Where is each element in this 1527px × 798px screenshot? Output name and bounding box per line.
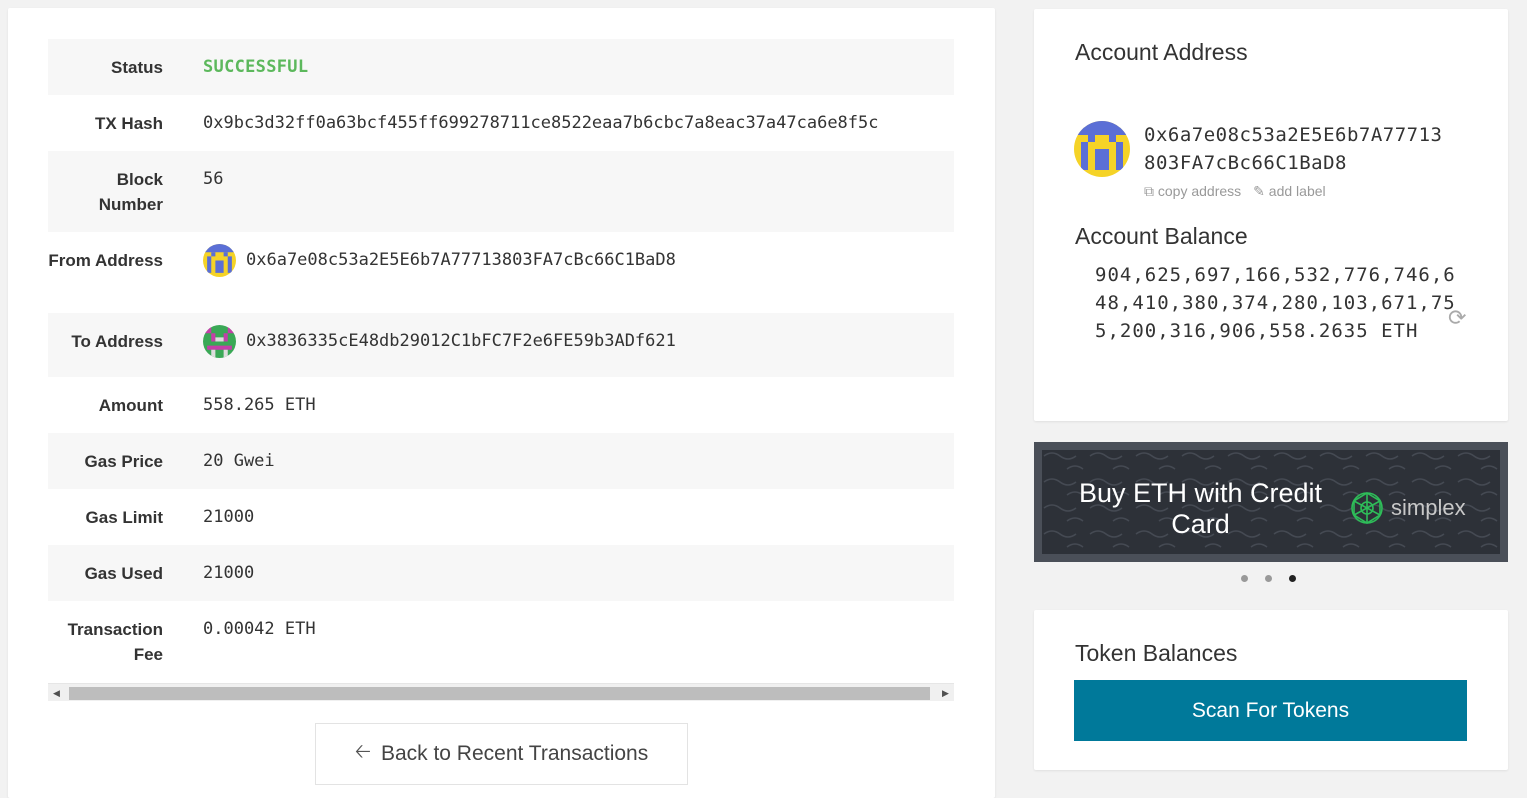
transaction-fee-label: Transaction Fee bbox=[67, 620, 163, 664]
banner-text: Buy ETH with Credit Card bbox=[1078, 478, 1323, 539]
account-balance-value: 904,625,697,166,532,776,746,648,410,380,… bbox=[1095, 264, 1456, 342]
gas-used-value: 21000 bbox=[203, 563, 255, 583]
gas-price-row: Gas Price 20 Gwei bbox=[48, 433, 954, 489]
status-row: Status SUCCESSFUL bbox=[48, 39, 954, 95]
scroll-left-icon[interactable]: ◀ bbox=[48, 684, 65, 702]
to-address-row: To Address 0x3836335cE48db29012C1bFC7F2e… bbox=[48, 313, 954, 377]
scrollbar-thumb[interactable] bbox=[69, 687, 930, 700]
banner-carousel-dots bbox=[1241, 575, 1296, 582]
transaction-details-panel: Status SUCCESSFUL TX Hash 0x9bc3d32ff0a6… bbox=[8, 8, 995, 798]
gas-price-label: Gas Price bbox=[84, 452, 163, 471]
to-identicon bbox=[203, 325, 236, 358]
gas-limit-value: 21000 bbox=[203, 507, 255, 527]
copy-icon: ⧉ bbox=[1144, 183, 1154, 199]
to-address-label: To Address bbox=[71, 332, 163, 351]
token-balances-title: Token Balances bbox=[1075, 640, 1238, 666]
status-label: Status bbox=[111, 58, 163, 77]
block-number-label: Block Number bbox=[98, 170, 163, 214]
carousel-dot[interactable] bbox=[1241, 575, 1248, 582]
arrow-left-icon: 🡠 bbox=[354, 741, 371, 763]
carousel-dot-active[interactable] bbox=[1289, 575, 1296, 582]
account-address-value: 0x6a7e08c53a2E5E6b7A77713803FA7cBc66C1Ba… bbox=[1144, 124, 1443, 174]
token-balances-card: Token Balances Scan For Tokens bbox=[1034, 610, 1508, 770]
block-number-value: 56 bbox=[203, 169, 224, 189]
add-label-label: add label bbox=[1268, 183, 1326, 199]
scan-for-tokens-label: Scan For Tokens bbox=[1191, 698, 1350, 722]
block-number-row: Block Number 56 bbox=[48, 151, 954, 232]
back-to-recent-transactions-button[interactable]: 🡠 Back to Recent Transactions bbox=[315, 723, 688, 785]
simplex-icon bbox=[1351, 492, 1383, 524]
buy-eth-banner-link[interactable]: Buy ETH with Credit Card simplex bbox=[1042, 450, 1500, 554]
tx-hash-value: 0x9bc3d32ff0a63bcf455ff699278711ce8522ea… bbox=[203, 113, 879, 133]
amount-row: Amount 558.265 ETH bbox=[48, 377, 954, 433]
pencil-icon: ✎ bbox=[1253, 183, 1265, 199]
transaction-fee-value: 0.00042 ETH bbox=[203, 619, 316, 639]
simplex-logo: simplex bbox=[1347, 488, 1466, 528]
transaction-table: Status SUCCESSFUL TX Hash 0x9bc3d32ff0a6… bbox=[48, 39, 954, 682]
scroll-right-icon[interactable]: ▶ bbox=[937, 684, 954, 702]
from-address-value[interactable]: 0x6a7e08c53a2E5E6b7A77713803FA7cBc66C1Ba… bbox=[246, 248, 676, 273]
account-card: Account Address 0x6a7e08c53a2E5E6b7A7771… bbox=[1034, 9, 1508, 421]
gas-limit-row: Gas Limit 21000 bbox=[48, 489, 954, 545]
gas-used-row: Gas Used 21000 bbox=[48, 545, 954, 601]
tx-hash-label: TX Hash bbox=[94, 114, 163, 133]
amount-label: Amount bbox=[98, 396, 163, 415]
amount-value: 558.265 ETH bbox=[203, 395, 316, 415]
from-identicon bbox=[203, 244, 236, 277]
status-badge: SUCCESSFUL bbox=[203, 57, 309, 77]
gas-used-label: Gas Used bbox=[84, 564, 163, 583]
simplex-wordmark: simplex bbox=[1391, 495, 1466, 520]
copy-address-button[interactable]: ⧉ copy address bbox=[1144, 183, 1241, 200]
gas-price-value: 20 Gwei bbox=[203, 451, 275, 471]
carousel-dot[interactable] bbox=[1265, 575, 1272, 582]
account-balance-title: Account Balance bbox=[1075, 223, 1248, 249]
from-address-label: From Address bbox=[48, 251, 163, 270]
to-address-value[interactable]: 0x3836335cE48db29012C1bFC7F2e6FE59b3ADf6… bbox=[246, 329, 676, 354]
transaction-fee-row: Transaction Fee 0.00042 ETH bbox=[48, 601, 954, 682]
back-button-label: Back to Recent Transactions bbox=[380, 742, 649, 765]
add-label-button[interactable]: ✎ add label bbox=[1253, 183, 1325, 200]
copy-address-label: copy address bbox=[1157, 183, 1242, 199]
refresh-icon[interactable]: ⟳ bbox=[1448, 305, 1466, 331]
buy-eth-banner: Buy ETH with Credit Card simplex bbox=[1034, 442, 1508, 562]
account-address-title: Account Address bbox=[1075, 39, 1248, 65]
scan-for-tokens-button[interactable]: Scan For Tokens bbox=[1074, 680, 1467, 741]
gas-limit-label: Gas Limit bbox=[85, 508, 163, 527]
tx-hash-row: TX Hash 0x9bc3d32ff0a63bcf455ff699278711… bbox=[48, 95, 954, 151]
account-identicon bbox=[1074, 121, 1130, 177]
from-address-row: From Address 0x6a7e08c53a2E5E6b7A7771380… bbox=[48, 232, 954, 313]
horizontal-scrollbar[interactable]: ◀ ▶ bbox=[48, 683, 954, 701]
